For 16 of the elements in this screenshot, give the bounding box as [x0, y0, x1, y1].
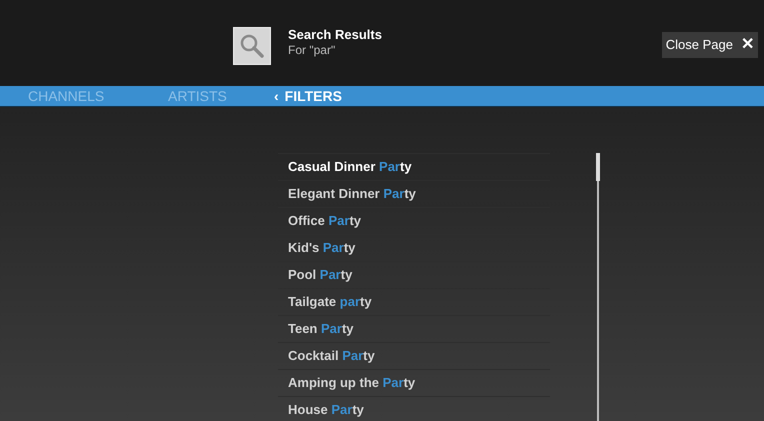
search-query: For "par": [288, 43, 336, 57]
result-item[interactable]: Casual Dinner Party: [278, 153, 550, 180]
result-item[interactable]: House Party: [278, 396, 550, 421]
result-item[interactable]: Tailgate party: [278, 288, 550, 315]
scrollbar[interactable]: [597, 153, 599, 421]
result-item[interactable]: Elegant Dinner Party: [278, 180, 550, 207]
result-item[interactable]: Office Party: [278, 207, 550, 234]
close-page-button[interactable]: Close Page ✕: [662, 32, 758, 58]
scrollbar-thumb[interactable]: [596, 153, 600, 181]
result-item[interactable]: Kid's Party: [278, 234, 550, 261]
result-item[interactable]: Teen Party: [278, 315, 550, 342]
result-item[interactable]: Cocktail Party: [278, 342, 550, 369]
result-item[interactable]: Amping up the Party: [278, 369, 550, 396]
result-item[interactable]: Pool Party: [278, 261, 550, 288]
search-results-icon: [233, 27, 271, 65]
page-title: Search Results: [288, 27, 382, 43]
